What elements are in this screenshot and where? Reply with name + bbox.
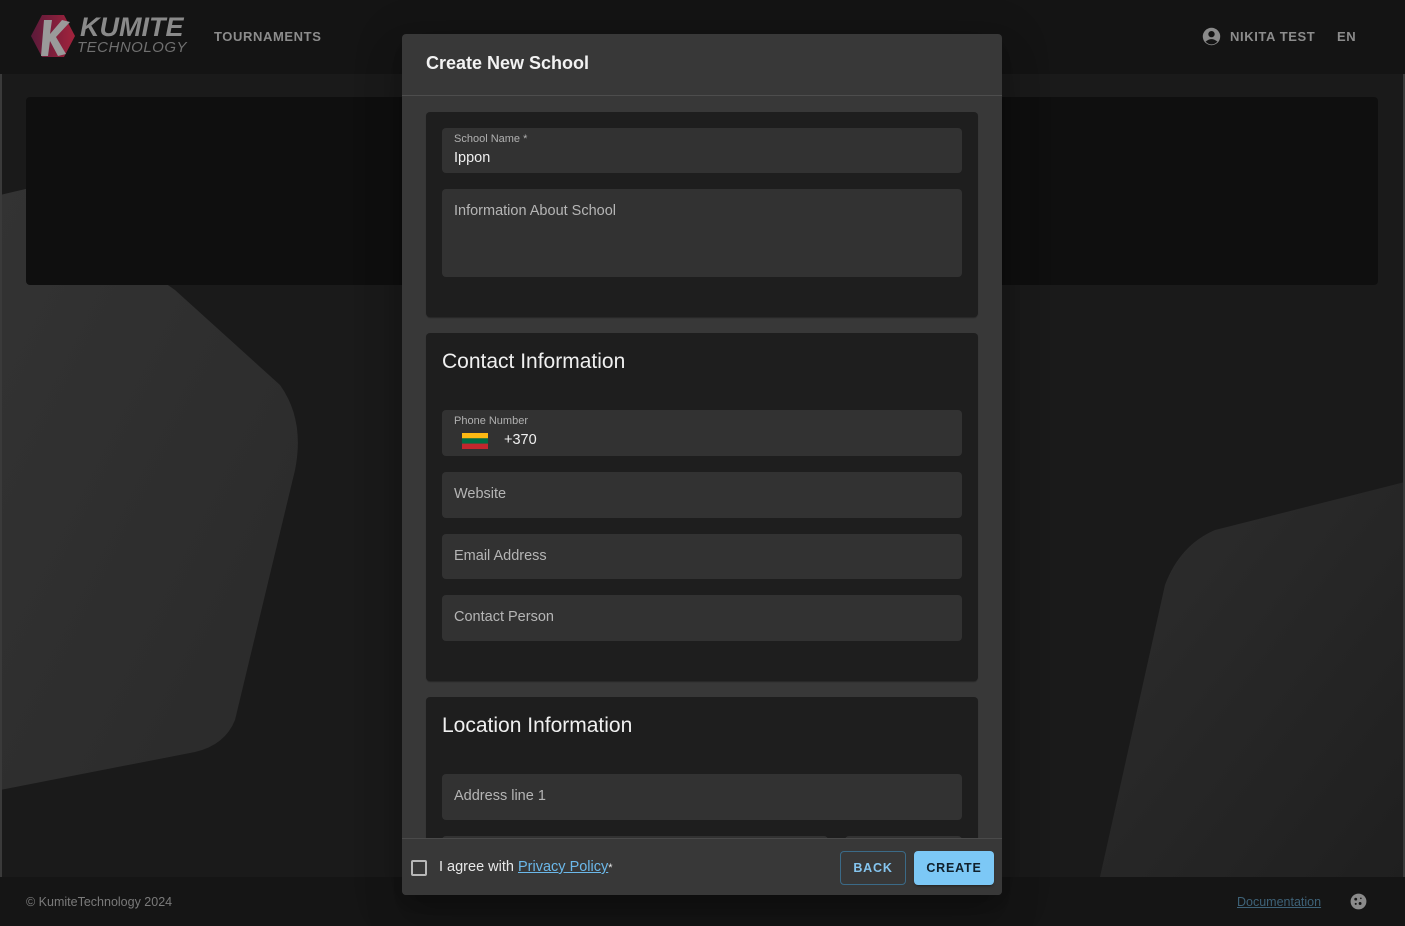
user-name: NIKITA TEST [1230,29,1316,44]
contact-info-section: Contact Information Phone Number +370 We… [426,333,978,681]
back-button[interactable]: BACK [840,851,906,885]
privacy-policy-checkbox[interactable] [411,860,427,876]
contact-person-placeholder: Contact Person [454,609,554,625]
general-info-section: School Name * Ippon Information About Sc… [426,112,978,317]
website-placeholder: Website [454,486,507,502]
user-menu[interactable]: NIKITA TEST [1202,27,1315,46]
agree-prefix: I agree with [439,859,518,875]
information-about-school-field[interactable]: Information About School [442,189,962,277]
agree-text: I agree with Privacy Policy* [439,859,613,875]
cookie-icon[interactable] [1349,892,1368,911]
create-button[interactable]: CREATE [914,851,994,885]
account-circle-icon [1202,27,1221,46]
contact-section-title: Contact Information [442,350,626,373]
dialog-title: Create New School [426,53,590,73]
copyright-text: © KumiteTechnology 2024 [26,895,173,909]
location-info-section: Location Information Address line 1 [426,697,978,838]
email-address-placeholder: Email Address [454,548,547,564]
language-selector[interactable]: EN [1337,29,1356,44]
school-name-label: School Name * [454,133,528,145]
location-section-title: Location Information [442,714,633,737]
address-line-1-field[interactable]: Address line 1 [442,774,962,820]
phone-number-field[interactable]: Phone Number +370 [442,410,962,456]
dialog-content[interactable]: School Name * Ippon Information About Sc… [402,96,1002,838]
contact-person-field[interactable]: Contact Person [442,595,962,641]
create-school-dialog: Create New School School Name * Ippon In… [402,34,1002,895]
kumite-logo[interactable]: KUMITE TECHNOLOGY [30,12,187,58]
information-about-school-placeholder: Information About School [454,203,617,219]
privacy-policy-link[interactable]: Privacy Policy [518,859,608,875]
website-field[interactable]: Website [442,472,962,518]
nav-tournaments[interactable]: TOURNAMENTS [214,29,321,44]
address-line-1-placeholder: Address line 1 [454,788,546,804]
school-name-field[interactable]: School Name * Ippon [442,128,962,173]
phone-number-label: Phone Number [454,415,528,427]
school-name-value: Ippon [454,150,491,166]
lithuania-flag-icon[interactable] [462,433,488,449]
email-address-field[interactable]: Email Address [442,534,962,579]
dialog-actions: I agree with Privacy Policy* BACK CREATE [402,838,1002,895]
logo-subtitle: TECHNOLOGY [77,39,188,56]
phone-number-value: +370 [504,432,537,448]
documentation-link[interactable]: Documentation [1237,895,1321,909]
required-mark: * [608,862,613,874]
kumite-hexagon-logo-icon [31,15,75,57]
window-frame-left [0,0,2,926]
